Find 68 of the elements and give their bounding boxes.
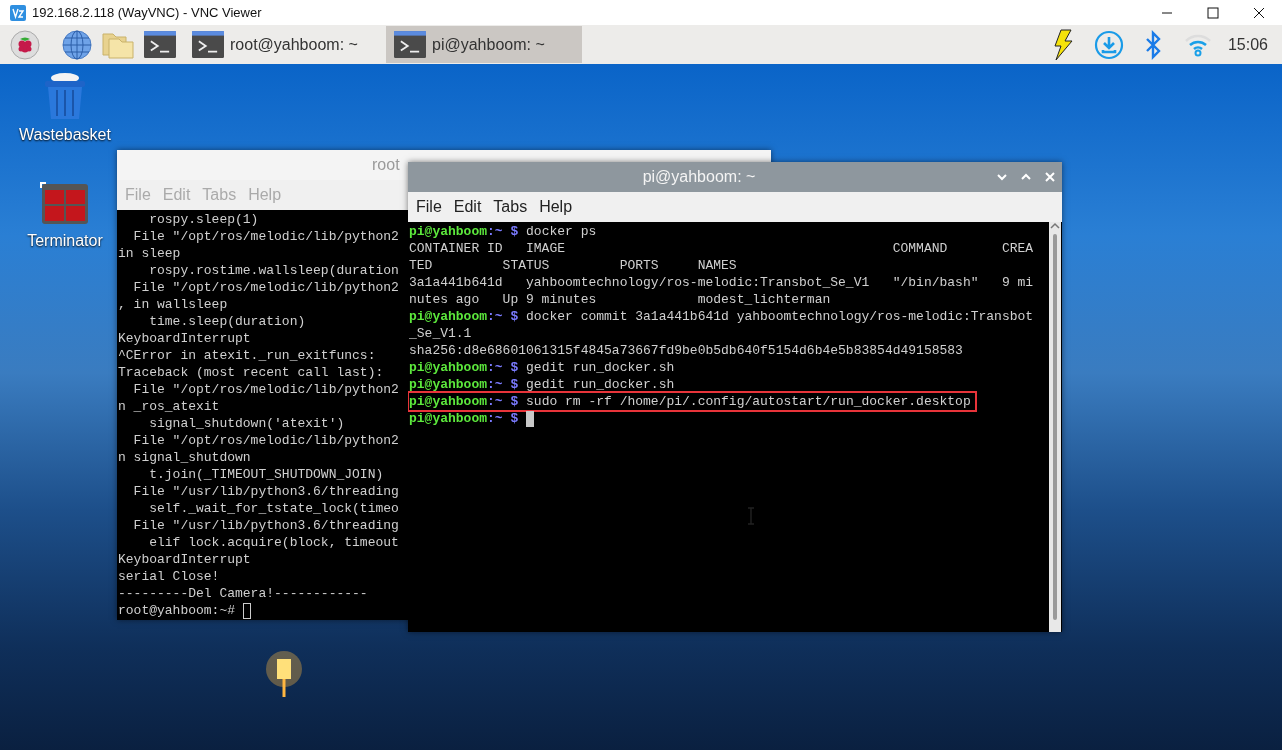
terminal-icon [192, 30, 224, 59]
terminal-output-line: ^CError in atexit._run_exitfuncs: [118, 347, 376, 364]
lantern-glow-drawing [264, 649, 304, 699]
menu-item[interactable]: Tabs [487, 198, 534, 216]
desktop-icon-label[interactable]: Terminator [27, 232, 103, 250]
command-line: pi@yahboom:~ $ docker ps [409, 223, 597, 240]
terminal-output-line: self._wait_for_tstate_lock(timeo [148, 500, 399, 517]
terminal-output-line: t.join(_TIMEOUT_SHUTDOWN_JOIN) [148, 466, 384, 483]
chevron-down-icon [997, 173, 1007, 181]
terminal-output-line: n signal_shutdown [118, 449, 251, 466]
terminal-output-line: n _ros_atexit [118, 398, 220, 415]
desktop-icon-label[interactable]: Wastebasket [19, 126, 111, 144]
close-icon [1045, 172, 1055, 182]
terminal-output-line: TED STATUS PORTS NAMES [409, 257, 737, 274]
terminal-icon [394, 30, 426, 59]
close-icon [1253, 6, 1265, 19]
terminal-output-line: rospy.rostime.wallsleep(duration [148, 262, 399, 279]
terminal-output-line: File "/usr/lib/python3.6/threading [132, 517, 399, 534]
terminal-output-line: File "/opt/ros/melodic/lib/python2 [132, 381, 399, 398]
terminal-output-line: , in wallsleep [118, 296, 228, 313]
window-title: 192.168.2.118 (WayVNC) - VNC Viewer [32, 5, 263, 20]
menu-item[interactable]: File [410, 198, 448, 216]
terminal-icon [144, 30, 176, 59]
app-logo-icon [10, 4, 26, 21]
terminal-output-line: sha256:d8e68601061315f4845a73667fd9be0b5db640f5154d6b4e5b83854d49158583 [409, 342, 963, 359]
terminal-output-line: _Se_V1.1 [409, 325, 472, 342]
text-cursor-icon [747, 507, 755, 525]
scrollbar[interactable] [1049, 222, 1061, 632]
terminal-output-line: time.sleep(duration) [148, 313, 306, 330]
lightning-icon[interactable] [1051, 28, 1074, 61]
terminal-output-line: rospy.sleep(1) [148, 211, 259, 228]
highlighted-command-line: pi@yahboom:~ $ sudo rm -rf /home/pi/.config/autostart/run_docker.desktop [409, 393, 975, 410]
terminal-output-line: 3a1a441b641d yahboomtechnology/ros-melodic:Transbot_Se_V1 "/bin/bash" 9 mi [409, 274, 1034, 291]
command-line: pi@yahboom:~ $ [409, 410, 520, 427]
command-line: pi@yahboom:~ $ gedit run_docker.sh [409, 359, 675, 376]
terminal-output-line: File "/usr/lib/python3.6/threading [132, 483, 399, 500]
terminal-output-line: nutes ago Up 9 minutes modest_lichterman [409, 291, 831, 308]
terminal-output-line: in sleep [118, 245, 181, 262]
maximize-icon [1207, 6, 1219, 19]
terminal-grid-icon[interactable] [40, 182, 90, 226]
terminal-output-line: KeyboardInterrupt [118, 330, 251, 347]
window-title: pi@yahboom: ~ [641, 168, 757, 186]
shell-prompt: root@yahboom:~# [118, 602, 236, 619]
menu-item[interactable]: Help [533, 198, 579, 216]
terminal-output-line: File "/opt/ros/melodic/lib/python2 [132, 432, 399, 449]
taskbar-window-button[interactable]: pi@yahboom: ~ [386, 26, 582, 63]
window-title: root [372, 156, 400, 174]
trash-bin-icon[interactable] [42, 72, 88, 120]
command-line: pi@yahboom:~ $ docker commit 3a1a441b641d yahboomtechnology/ros-melodic:Transbot [409, 308, 1034, 325]
download-icon[interactable] [1093, 29, 1124, 60]
terminal-output-line: serial Close! [118, 568, 220, 585]
terminal-output-line: CONTAINER ID IMAGE COMMAND CREA [409, 240, 1034, 257]
bluetooth-icon[interactable] [1143, 29, 1162, 60]
globe-icon[interactable] [60, 27, 94, 62]
terminal-output-line: File "/opt/ros/melodic/lib/python2 [132, 228, 399, 245]
terminal-output-line: Traceback (most recent call last): [118, 364, 384, 381]
taskbar-window-button[interactable]: root@yahboom: ~ [184, 26, 380, 63]
terminal-output-line: elif lock.acquire(block, timeout [148, 534, 399, 551]
command-line: pi@yahboom:~ $ gedit run_docker.sh [409, 376, 675, 393]
terminal-launcher-button[interactable] [142, 28, 178, 61]
terminal-output-line: signal_shutdown('atexit') [148, 415, 345, 432]
chevron-up-icon [1021, 173, 1031, 181]
clock: 15:06 [1227, 35, 1268, 54]
menu-item[interactable]: Edit [447, 198, 488, 216]
terminal-output-line: File "/opt/ros/melodic/lib/python2 [132, 279, 399, 296]
raspberry-menu-button[interactable] [8, 27, 42, 62]
terminal-output-line: ---------Del Camera!------------ [118, 585, 368, 602]
terminal-output-line: KeyboardInterrupt [118, 551, 251, 568]
